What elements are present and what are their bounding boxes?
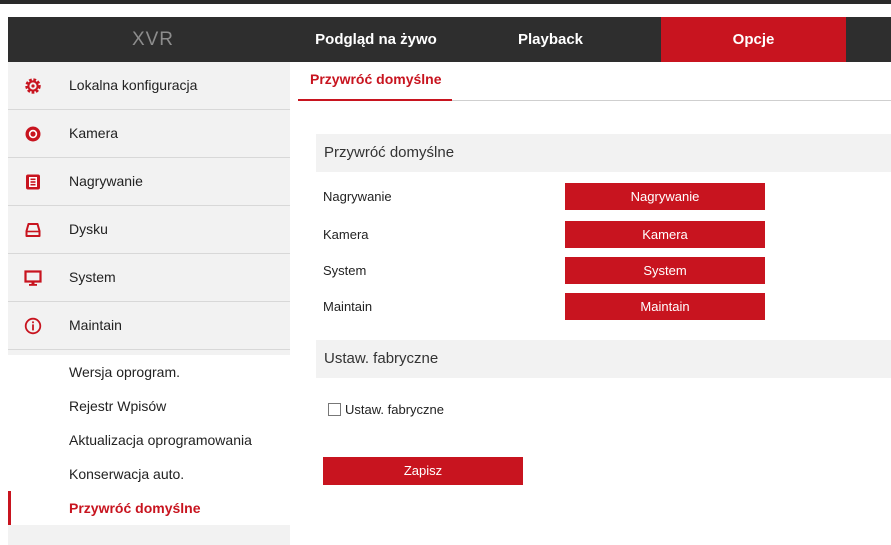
sidebar-item-label: Maintain <box>69 317 122 333</box>
sidebar-item-maintain[interactable]: Maintain <box>8 302 290 350</box>
nav-tab-live-view[interactable]: Podgląd na żywo <box>298 17 454 62</box>
tab-restore-defaults[interactable]: Przywróć domyślne <box>298 62 452 101</box>
restore-recording-button[interactable]: Nagrywanie <box>565 183 765 210</box>
submenu-item-log[interactable]: Rejestr Wpisów <box>8 389 290 423</box>
factory-reset-checkbox[interactable] <box>328 402 341 416</box>
sidebar-item-disk[interactable]: Dysku <box>8 206 290 254</box>
nav-tab-playback[interactable]: Playback <box>493 17 608 62</box>
sidebar-item-recording[interactable]: Nagrywanie <box>8 158 290 206</box>
top-border <box>0 0 891 4</box>
restore-row-label-system: System <box>323 263 367 278</box>
factory-reset-checkbox-label: Ustaw. fabryczne <box>345 401 444 417</box>
restore-system-button[interactable]: System <box>565 257 765 284</box>
sidebar-item-system[interactable]: System <box>8 254 290 302</box>
sidebar-item-label: Dysku <box>69 221 108 237</box>
save-button[interactable]: Zapisz <box>323 457 523 485</box>
restore-row-label-camera: Kamera <box>323 227 369 242</box>
submenu-item-firmware-version[interactable]: Wersja oprogram. <box>8 355 290 389</box>
main-content: Przywróć domyślne Przywróć domyślne Nagr… <box>290 62 891 545</box>
restore-row-label-maintain: Maintain <box>323 299 373 314</box>
content-tab-bar: Przywróć domyślne <box>298 62 891 101</box>
restore-maintain-button[interactable]: Maintain <box>565 293 765 320</box>
recording-icon <box>24 173 42 191</box>
monitor-icon <box>24 269 42 287</box>
info-icon <box>24 317 42 335</box>
sidebar-item-label: Nagrywanie <box>69 173 143 189</box>
sidebar-item-label: Lokalna konfiguracja <box>69 77 198 93</box>
nav-tab-options[interactable]: Opcje <box>661 17 846 62</box>
submenu-item-firmware-update[interactable]: Aktualizacja oprogramowania <box>8 423 290 457</box>
brand-logo: XVR <box>131 29 175 50</box>
section-header-factory-settings: Ustaw. fabryczne <box>316 340 891 378</box>
factory-reset-checkbox-row[interactable]: Ustaw. fabryczne <box>328 401 444 417</box>
submenu-item-restore-defaults[interactable]: Przywróć domyślne <box>8 491 290 525</box>
sidebar-item-label: System <box>69 269 116 285</box>
sidebar-item-local-config[interactable]: Lokalna konfiguracja <box>8 62 290 110</box>
restore-row-label-recording: Nagrywanie <box>323 189 392 204</box>
disk-icon <box>24 221 42 239</box>
submenu-item-auto-maintenance[interactable]: Konserwacja auto. <box>8 457 290 491</box>
restore-camera-button[interactable]: Kamera <box>565 221 765 248</box>
section-header-restore-defaults: Przywróć domyślne <box>316 134 891 172</box>
sidebar-item-label: Kamera <box>69 125 119 141</box>
sidebar: Lokalna konfiguracja Kamera Nagrywanie D… <box>8 62 290 545</box>
gear-icon <box>24 77 42 95</box>
camera-icon <box>24 125 42 143</box>
sidebar-item-camera[interactable]: Kamera <box>8 110 290 158</box>
top-nav-bar: XVR Podgląd na żywo Playback Opcje <box>8 17 891 62</box>
maintain-submenu: Wersja oprogram. Rejestr Wpisów Aktualiz… <box>8 355 290 525</box>
